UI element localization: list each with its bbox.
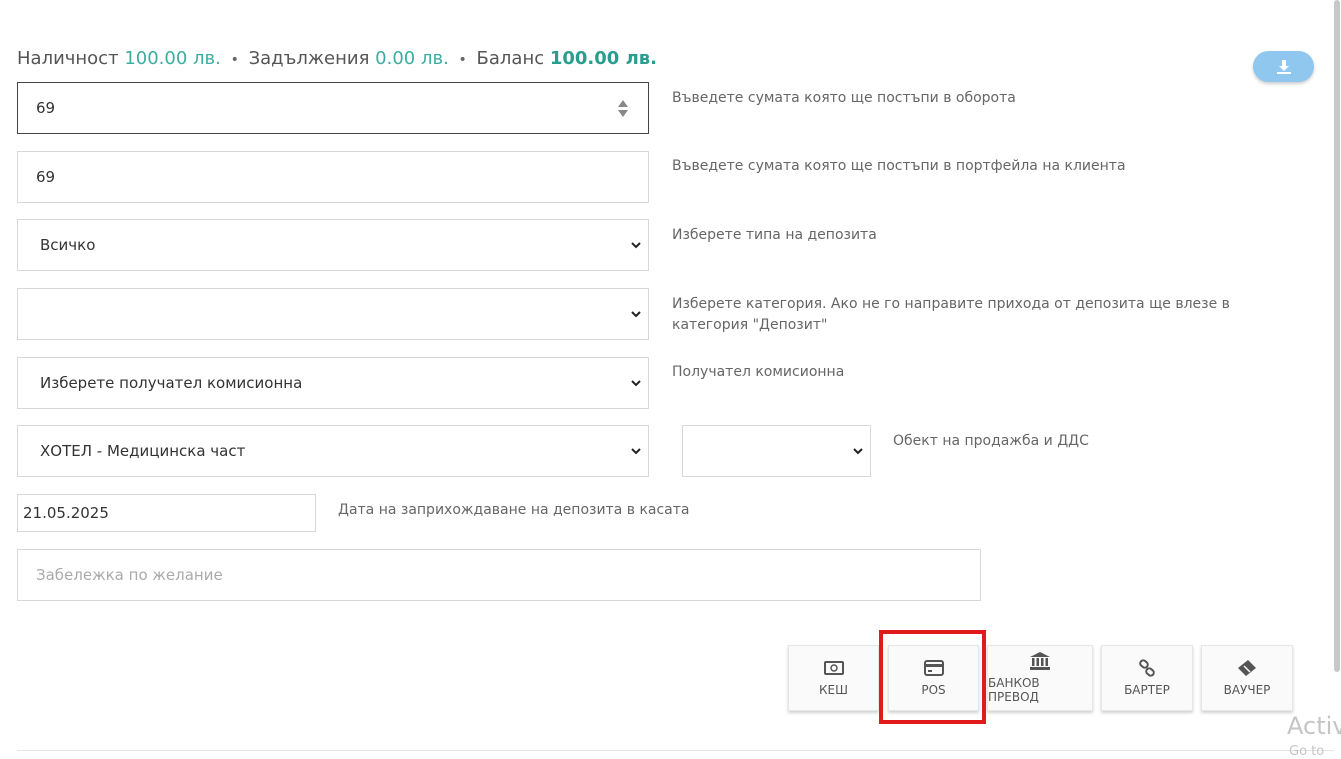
deposit-date-input[interactable]: 21.05.2025 — [17, 494, 316, 532]
windows-activation-watermark: Activ — [1287, 712, 1341, 740]
pos-label: POS — [921, 683, 946, 697]
wallet-amount-value: 69 — [36, 168, 56, 186]
chevron-down-icon — [631, 242, 641, 249]
deposit-date-value: 21.05.2025 — [23, 504, 109, 522]
note-input[interactable]: Забележка по желание — [17, 549, 981, 601]
vat-select[interactable] — [682, 425, 871, 477]
bank-icon — [1030, 652, 1050, 670]
ticket-icon — [1238, 660, 1256, 676]
cash-icon — [823, 661, 844, 675]
link-icon — [1139, 659, 1155, 677]
windows-activation-watermark-sub: Go to — [1289, 744, 1325, 759]
chevron-down-icon — [631, 380, 641, 387]
download-icon — [1276, 59, 1291, 74]
cash-payment-button[interactable]: КЕШ — [788, 645, 879, 711]
bank-transfer-label: БАНКОВ ПРЕВОД — [988, 676, 1040, 704]
balance-summary: Наличност 100.00 лв. • Задължения 0.00 л… — [17, 48, 657, 69]
commission-recipient-hint: Получател комисионна — [672, 364, 845, 380]
availability-label: Наличност — [17, 48, 119, 69]
separator: • — [458, 52, 467, 68]
category-hint: Изберете категория. Ако не го направите … — [672, 296, 1230, 333]
commission-recipient-value: Изберете получател комисионна — [40, 374, 303, 392]
wallet-amount-input[interactable]: 69 — [17, 151, 649, 203]
divider — [17, 750, 1334, 751]
number-spinner[interactable] — [618, 99, 628, 117]
note-placeholder: Забележка по желание — [36, 566, 223, 584]
scrollbar[interactable] — [1334, 0, 1340, 672]
cash-label: КЕШ — [819, 683, 848, 697]
deposit-type-hint: Изберете типа на депозита — [672, 227, 877, 243]
deposit-type-value: Всичко — [40, 236, 96, 254]
balance-label: Баланс — [476, 48, 545, 69]
credit-card-icon — [923, 660, 944, 676]
voucher-label: ВАУЧЕР — [1223, 683, 1271, 697]
deposit-date-hint: Дата на заприхождаване на депозита в кас… — [338, 502, 690, 518]
turnover-amount-value: 69 — [36, 99, 56, 117]
turnover-amount-input[interactable]: 69 — [17, 82, 649, 134]
pos-payment-button[interactable]: POS — [888, 645, 979, 711]
sale-object-select[interactable]: ХОТЕЛ - Медицинска част — [17, 425, 649, 477]
balance-value: 100.00 лв. — [549, 48, 657, 69]
voucher-payment-button[interactable]: ВАУЧЕР — [1201, 645, 1293, 711]
chevron-down-icon — [631, 448, 641, 455]
category-select[interactable] — [17, 288, 649, 340]
commission-recipient-select[interactable]: Изберете получател комисионна — [17, 357, 649, 409]
wallet-amount-hint: Въведете сумата която ще постъпи в портф… — [672, 158, 1126, 174]
debts-value: 0.00 лв. — [375, 48, 449, 69]
chevron-down-icon — [631, 311, 641, 318]
sale-object-value: ХОТЕЛ - Медицинска част — [40, 442, 246, 460]
turnover-amount-hint: Въведете сумата която ще постъпи в оборо… — [672, 90, 1016, 106]
sale-object-hint: Обект на продажба и ДДС — [893, 433, 1089, 449]
barter-label: БАРТЕР — [1124, 683, 1170, 697]
spinner-down-icon[interactable] — [618, 109, 628, 117]
chevron-down-icon — [853, 448, 863, 455]
spinner-up-icon[interactable] — [618, 99, 628, 107]
barter-payment-button[interactable]: БАРТЕР — [1101, 645, 1193, 711]
availability-value: 100.00 лв. — [124, 48, 221, 69]
deposit-type-select[interactable]: Всичко — [17, 219, 649, 271]
download-button[interactable] — [1253, 51, 1314, 82]
separator: • — [230, 52, 239, 68]
debts-label: Задължения — [248, 48, 370, 69]
bank-transfer-payment-button[interactable]: БАНКОВ ПРЕВОД — [987, 645, 1093, 711]
